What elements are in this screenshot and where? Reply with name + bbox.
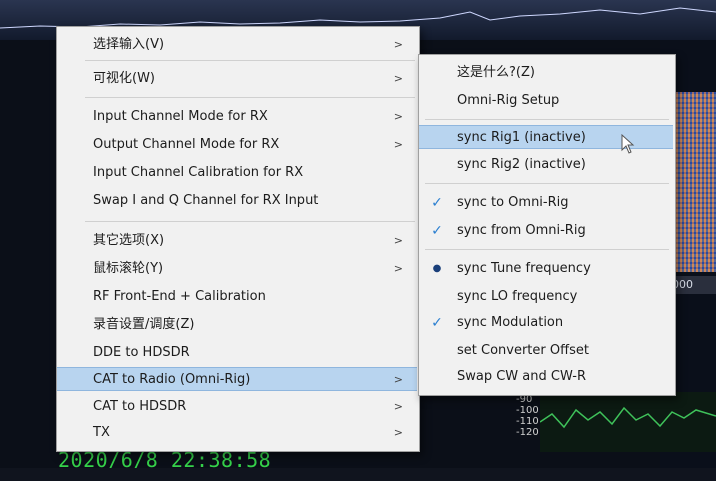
chevron-right-icon: > [393, 110, 403, 123]
chevron-right-icon: > [393, 426, 403, 439]
chevron-right-icon: > [393, 72, 403, 85]
menu-item-label: sync LO frequency [457, 289, 578, 304]
menu-item-label: 可视化(W) [93, 71, 155, 86]
menu-item-label: Swap I and Q Channel for RX Input [93, 193, 319, 208]
check-icon: ✓ [431, 195, 443, 211]
chevron-right-icon: > [393, 234, 403, 247]
menu-item-rf-front-end[interactable]: RF Front-End + Calibration [57, 285, 417, 309]
menu-item-label: Swap CW and CW-R [457, 369, 587, 384]
menu-item-label: DDE to HDSDR [93, 345, 190, 360]
menu-item-label: 鼠标滚轮(Y) [93, 261, 164, 276]
check-icon: ✓ [431, 223, 443, 239]
db-tick: -100 [516, 405, 539, 416]
menu-item-select-input[interactable]: 选择输入(V) > [57, 33, 417, 57]
menu-item-label: Input Channel Calibration for RX [93, 165, 304, 180]
menu-item-other-options[interactable]: 其它选项(X) > [57, 229, 417, 253]
menu-item-label: TX [93, 425, 110, 440]
menu-item-output-channel-mode[interactable]: Output Channel Mode for RX > [57, 133, 417, 157]
submenu-item-converter-offset[interactable]: set Converter Offset [419, 339, 673, 363]
menu-item-label: Omni-Rig Setup [457, 93, 560, 108]
omnirig-submenu: 这是什么?(Z) Omni-Rig Setup sync Rig1 (inact… [418, 54, 676, 396]
menu-item-label: 其它选项(X) [93, 233, 165, 248]
menu-separator [425, 119, 669, 120]
menu-item-label: sync from Omni-Rig [457, 223, 586, 238]
menu-separator [85, 221, 415, 222]
menu-item-recording-settings[interactable]: 录音设置/调度(Z) [57, 313, 417, 337]
menu-item-input-calibration[interactable]: Input Channel Calibration for RX [57, 161, 417, 185]
chevron-right-icon: > [393, 262, 403, 275]
menu-separator [425, 249, 669, 250]
menu-item-label: 录音设置/调度(Z) [93, 317, 195, 332]
chevron-right-icon: > [393, 400, 403, 413]
menu-item-label: Output Channel Mode for RX [93, 137, 280, 152]
menu-item-tx[interactable]: TX > [57, 421, 417, 445]
menu-item-label: sync Tune frequency [457, 261, 591, 276]
db-scale: -90 -100 -110 -120 [514, 394, 574, 474]
db-tick: -120 [516, 427, 539, 438]
bottom-strip [0, 468, 716, 481]
chevron-right-icon: > [393, 38, 403, 51]
menu-item-cat-to-radio[interactable]: CAT to Radio (Omni-Rig) > [57, 367, 417, 391]
menu-item-label: sync to Omni-Rig [457, 195, 569, 210]
chevron-right-icon: > [393, 138, 403, 151]
menu-item-swap-iq[interactable]: Swap I and Q Channel for RX Input [57, 189, 417, 213]
menu-item-mouse-wheel[interactable]: 鼠标滚轮(Y) > [57, 257, 417, 281]
menu-item-label: 选择输入(V) [93, 37, 165, 52]
menu-item-label: sync Rig2 (inactive) [457, 157, 586, 172]
radio-dot-icon: ● [432, 263, 442, 274]
menu-item-label: RF Front-End + Calibration [93, 289, 266, 304]
menu-item-label: set Converter Offset [457, 343, 589, 358]
chevron-right-icon: > [393, 373, 403, 386]
menu-item-label: CAT to Radio (Omni-Rig) [93, 372, 251, 387]
submenu-item-sync-lo-freq[interactable]: sync LO frequency [419, 285, 673, 309]
menu-item-label: sync Modulation [457, 315, 564, 330]
submenu-item-sync-modulation[interactable]: ✓ sync Modulation [419, 311, 673, 335]
submenu-item-sync-to-omnirig[interactable]: ✓ sync to Omni-Rig [419, 191, 673, 215]
check-icon: ✓ [431, 315, 443, 331]
menu-separator [425, 183, 669, 184]
mouse-pointer-icon [621, 133, 635, 158]
menu-item-label: 这是什么?(Z) [457, 65, 535, 80]
menu-item-visualization[interactable]: 可视化(W) > [57, 67, 417, 91]
menu-separator [85, 60, 415, 61]
menu-separator [85, 97, 415, 98]
menu-item-cat-to-hdsdr[interactable]: CAT to HDSDR > [57, 395, 417, 419]
menu-item-label: sync Rig1 (inactive) [457, 130, 586, 145]
submenu-item-sync-from-omnirig[interactable]: ✓ sync from Omni-Rig [419, 219, 673, 243]
submenu-item-omnirig-setup[interactable]: Omni-Rig Setup [419, 89, 673, 113]
submenu-item-sync-tune-freq[interactable]: ● sync Tune frequency [419, 257, 673, 281]
submenu-item-whats-this[interactable]: 这是什么?(Z) [419, 61, 673, 85]
menu-item-input-channel-mode[interactable]: Input Channel Mode for RX > [57, 105, 417, 129]
menu-item-label: Input Channel Mode for RX [93, 109, 268, 124]
menu-item-dde-to-hdsdr[interactable]: DDE to HDSDR [57, 341, 417, 365]
submenu-item-swap-cw[interactable]: Swap CW and CW-R [419, 365, 673, 389]
menu-item-label: CAT to HDSDR [93, 399, 187, 414]
db-tick: -110 [516, 416, 539, 427]
context-menu: 选择输入(V) > 可视化(W) > Input Channel Mode fo… [56, 26, 420, 452]
